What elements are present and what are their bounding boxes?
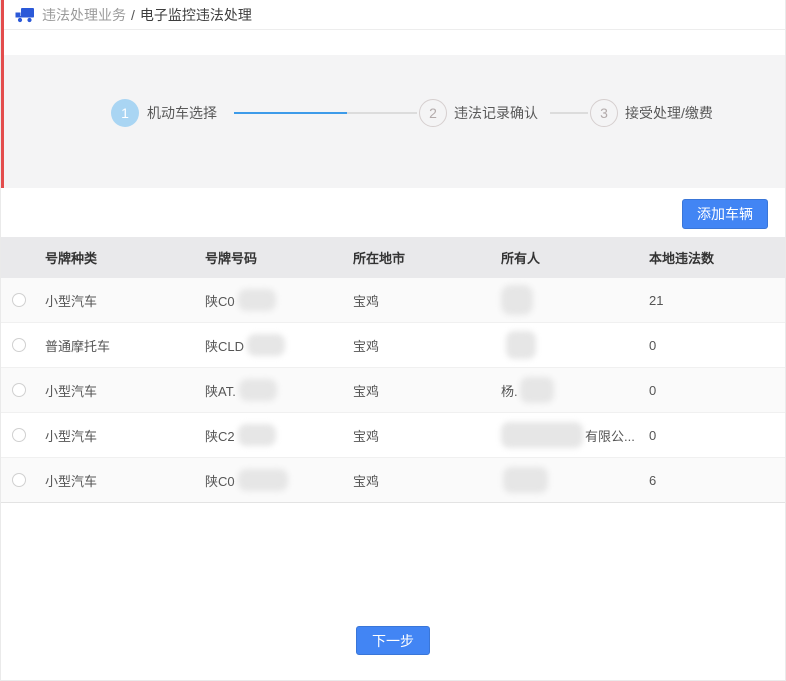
plate-number: 陕C2 <box>197 424 345 446</box>
plate-type: 小型汽车 <box>37 471 197 490</box>
add-vehicle-button[interactable]: 添加车辆 <box>682 199 768 229</box>
plate-type: 普通摩托车 <box>37 336 197 355</box>
owner <box>493 285 641 315</box>
breadcrumb-bar: 违法处理业务 / 电子监控违法处理 <box>1 0 785 30</box>
vehicle-table: 号牌种类 号牌号码 所在地市 所有人 本地违法数 小型汽车 陕C0 宝鸡 21 … <box>1 237 785 503</box>
owner <box>493 331 641 359</box>
plate-number-visible: 陕C0 <box>205 291 235 310</box>
redacted-blur <box>506 331 536 359</box>
step-3-label: 接受处理/缴费 <box>625 99 713 127</box>
redacted-blur <box>520 377 554 403</box>
step-2-label: 违法记录确认 <box>454 99 538 127</box>
redacted-blur <box>501 422 583 448</box>
owner-visible: 杨. <box>501 381 518 400</box>
violation-count: 6 <box>641 473 785 488</box>
next-step-button[interactable]: 下一步 <box>356 626 430 655</box>
table-row[interactable]: 小型汽车 陕C0 宝鸡 21 <box>1 278 785 323</box>
step-1-label: 机动车选择 <box>147 99 217 127</box>
step-2-circle: 2 <box>419 99 447 127</box>
plate-number-visible: 陕CLD <box>205 336 244 355</box>
table-row[interactable]: 普通摩托车 陕CLD 宝鸡 0 <box>1 323 785 368</box>
owner <box>493 467 641 493</box>
plate-number: 陕C0 <box>197 289 345 311</box>
city: 宝鸡 <box>345 426 493 445</box>
vehicle-radio[interactable] <box>12 473 26 487</box>
vehicle-radio[interactable] <box>12 338 26 352</box>
header-owner: 所有人 <box>493 248 641 267</box>
header-plate-type: 号牌种类 <box>37 248 197 267</box>
vehicle-radio[interactable] <box>12 428 26 442</box>
step-indicator: 1 机动车选择 2 违法记录确认 3 接受处理/缴费 <box>1 99 785 127</box>
step-connector-1-todo <box>347 112 417 114</box>
step-connector-1-done <box>234 112 347 114</box>
redacted-blur <box>238 424 276 446</box>
owner-visible: 有限公... <box>585 426 635 445</box>
violation-count: 21 <box>641 293 785 308</box>
vehicle-radio[interactable] <box>12 383 26 397</box>
table-row[interactable]: 小型汽车 陕AT. 宝鸡 杨. 0 <box>1 368 785 413</box>
violation-count: 0 <box>641 383 785 398</box>
plate-number: 陕AT. <box>197 379 345 401</box>
plate-number-visible: 陕C0 <box>205 471 235 490</box>
header-city: 所在地市 <box>345 248 493 267</box>
plate-number: 陕C0 <box>197 469 345 491</box>
vehicle-radio[interactable] <box>12 293 26 307</box>
redacted-blur <box>501 285 533 315</box>
owner: 杨. <box>493 377 641 403</box>
breadcrumb-separator: / <box>131 7 135 23</box>
breadcrumb-current-page: 电子监控违法处理 <box>140 5 252 25</box>
city: 宝鸡 <box>345 381 493 400</box>
redacted-blur <box>238 469 288 491</box>
table-row[interactable]: 小型汽车 陕C2 宝鸡 有限公... 0 <box>1 413 785 458</box>
step-3-circle: 3 <box>590 99 618 127</box>
toolbar: 添加车辆 <box>1 188 785 237</box>
plate-number: 陕CLD <box>197 334 345 356</box>
plate-number-visible: 陕C2 <box>205 426 235 445</box>
violation-count: 0 <box>641 428 785 443</box>
breadcrumb-section[interactable]: 违法处理业务 <box>42 5 126 25</box>
city: 宝鸡 <box>345 291 493 310</box>
table-header-row: 号牌种类 号牌号码 所在地市 所有人 本地违法数 <box>1 237 785 278</box>
table-row[interactable]: 小型汽车 陕C0 宝鸡 6 <box>1 458 785 503</box>
city: 宝鸡 <box>345 336 493 355</box>
header-violation-count: 本地违法数 <box>641 248 785 267</box>
step-1-circle: 1 <box>111 99 139 127</box>
truck-icon <box>15 7 35 23</box>
page: 违法处理业务 / 电子监控违法处理 1 机动车选择 2 违法记录确认 3 接受处… <box>0 0 786 681</box>
redacted-blur <box>238 289 276 311</box>
left-accent-bar <box>1 0 4 188</box>
step-connector-2 <box>550 112 588 114</box>
plate-type: 小型汽车 <box>37 381 197 400</box>
plate-type: 小型汽车 <box>37 426 197 445</box>
violation-count: 0 <box>641 338 785 353</box>
redacted-blur <box>247 334 285 356</box>
header-plate-number: 号牌号码 <box>197 248 345 267</box>
steps-panel: 1 机动车选择 2 违法记录确认 3 接受处理/缴费 <box>1 55 785 188</box>
city: 宝鸡 <box>345 471 493 490</box>
redacted-blur <box>503 467 548 493</box>
owner: 有限公... <box>493 422 641 448</box>
plate-number-visible: 陕AT. <box>205 381 236 400</box>
plate-type: 小型汽车 <box>37 291 197 310</box>
redacted-blur <box>239 379 277 401</box>
